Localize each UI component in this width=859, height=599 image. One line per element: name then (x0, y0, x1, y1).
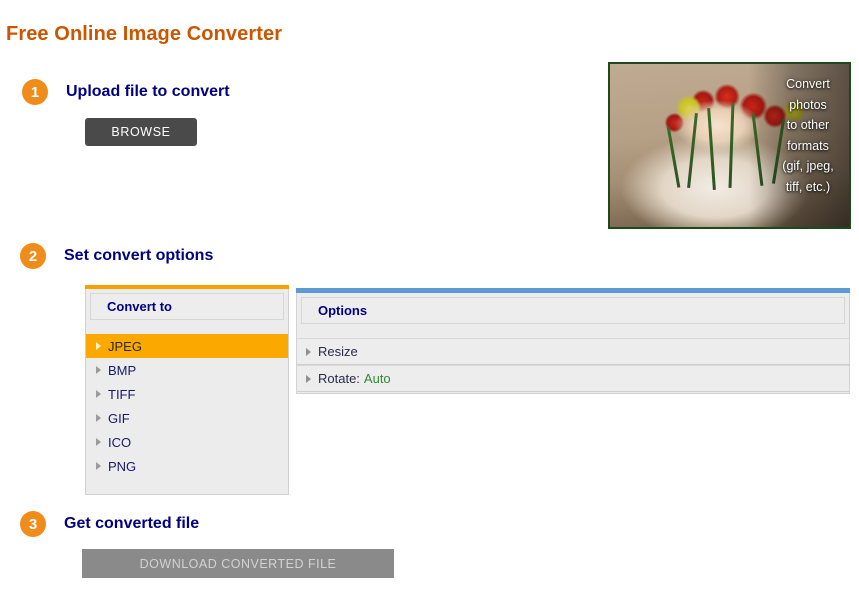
promo-line-1: Convert (773, 74, 843, 95)
format-item-tiff[interactable]: TIFF (86, 382, 288, 406)
format-label: TIFF (108, 387, 135, 402)
caret-right-icon (306, 348, 311, 356)
caret-right-icon (96, 414, 101, 422)
format-item-ico[interactable]: ICO (86, 430, 288, 454)
format-label: ICO (108, 435, 131, 450)
convert-to-panel: Convert to JPEG BMP TIFF GIF ICO PNG (85, 289, 289, 495)
options-panel: Options Resize Rotate: Auto (296, 293, 850, 394)
step-2-badge: 2 (20, 243, 46, 269)
browse-button[interactable]: BROWSE (85, 118, 197, 146)
promo-line-4: formats (773, 136, 843, 157)
page-title: Free Online Image Converter (6, 23, 282, 46)
promo-line-2: photos (773, 95, 843, 116)
step-3-heading: 3 Get converted file (20, 511, 199, 537)
download-converted-file-button[interactable]: DOWNLOAD CONVERTED FILE (82, 549, 394, 578)
caret-right-icon (306, 375, 311, 383)
format-label: BMP (108, 363, 136, 378)
step-2-title: Set convert options (64, 247, 213, 265)
convert-to-header: Convert to (90, 293, 284, 320)
format-item-png[interactable]: PNG (86, 454, 288, 478)
option-value: Auto (364, 371, 391, 386)
format-list: JPEG BMP TIFF GIF ICO PNG (86, 334, 288, 478)
step-1-title: Upload file to convert (66, 83, 230, 101)
option-row-rotate[interactable]: Rotate: Auto (297, 365, 849, 392)
promo-banner: Convert photos to other formats (gif, jp… (608, 62, 851, 229)
promo-line-3: to other (773, 115, 843, 136)
caret-right-icon (96, 342, 101, 350)
step-1-heading: 1 Upload file to convert (22, 79, 230, 105)
caret-right-icon (96, 438, 101, 446)
promo-text: Convert photos to other formats (gif, jp… (773, 74, 843, 197)
options-row-list: Resize Rotate: Auto (297, 338, 849, 392)
promo-line-6: tiff, etc.) (773, 177, 843, 198)
format-label: JPEG (108, 339, 142, 354)
format-label: PNG (108, 459, 136, 474)
caret-right-icon (96, 462, 101, 470)
step-2-heading: 2 Set convert options (20, 243, 213, 269)
caret-right-icon (96, 390, 101, 398)
option-label: Rotate: (318, 371, 360, 386)
promo-line-5: (gif, jpeg, (773, 156, 843, 177)
caret-right-icon (96, 366, 101, 374)
format-item-gif[interactable]: GIF (86, 406, 288, 430)
step-1-badge: 1 (22, 79, 48, 105)
format-label: GIF (108, 411, 130, 426)
step-3-badge: 3 (20, 511, 46, 537)
option-row-resize[interactable]: Resize (297, 338, 849, 365)
option-label: Resize (318, 344, 358, 359)
step-3-title: Get converted file (64, 515, 199, 533)
options-header: Options (301, 297, 845, 324)
format-item-bmp[interactable]: BMP (86, 358, 288, 382)
format-item-jpeg[interactable]: JPEG (86, 334, 288, 358)
